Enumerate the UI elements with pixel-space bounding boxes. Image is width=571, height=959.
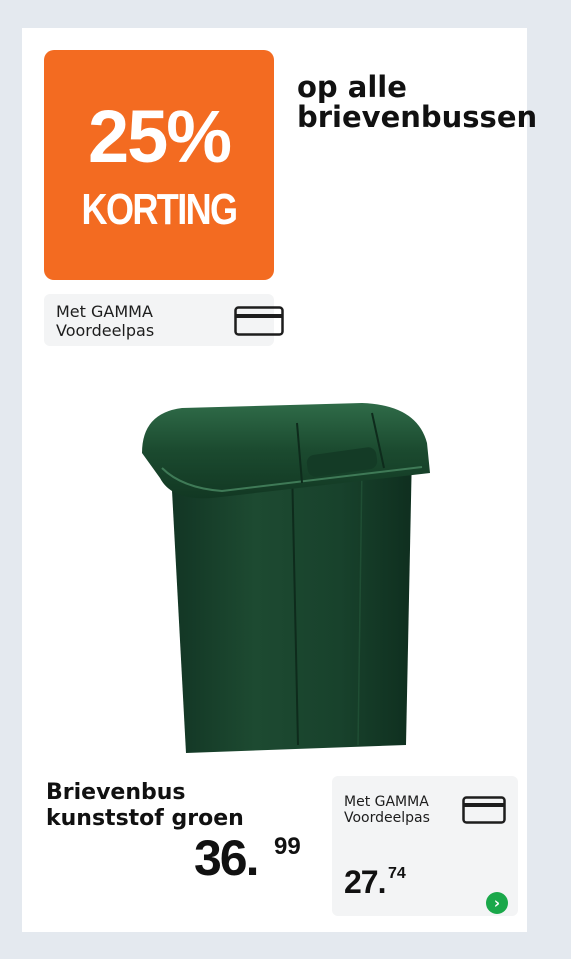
discount-badge: 25% KORTING [44,50,274,280]
loyalty-price-dot: . [377,864,387,900]
pass-box-line-1: Met GAMMA [344,794,429,810]
card-icon [234,306,284,336]
loyalty-price: 27. 74 [344,864,406,900]
product-name[interactable]: Brievenbus kunststof groen [46,780,266,832]
discount-label: KORTING [81,185,239,234]
headline-line-2: brievenbussen [297,100,538,134]
loyalty-price-dec: 74 [388,865,406,882]
green-mailbox-image [142,403,430,753]
regular-price: 36. 99 [194,830,301,886]
product-name-line-1: Brievenbus [46,780,186,805]
card-icon [462,796,506,824]
discount-percent: 25% [87,95,232,178]
loyalty-price-box[interactable]: Met GAMMA Voordeelpas 27. 74 › [332,776,518,916]
promo-headline: op alle brievenbussen [297,70,538,134]
loyalty-pass-tag: Met GAMMA Voordeelpas [44,294,284,346]
regular-price-int: 36 [194,830,248,886]
chevron-right-icon[interactable]: › [486,892,508,914]
loyalty-price-int: 27 [344,864,379,900]
headline-line-1: op alle [297,70,407,104]
regular-price-dec: 99 [274,833,301,860]
product-card: 25% KORTING op alle brievenbussen Met GA… [22,28,538,932]
pass-tag-line-1: Met GAMMA [56,302,153,321]
regular-price-dot: . [245,830,260,886]
pass-box-line-2: Voordeelpas [344,810,430,826]
product-name-line-2: kunststof groen [46,806,244,831]
pass-tag-line-2: Voordeelpas [56,321,155,340]
